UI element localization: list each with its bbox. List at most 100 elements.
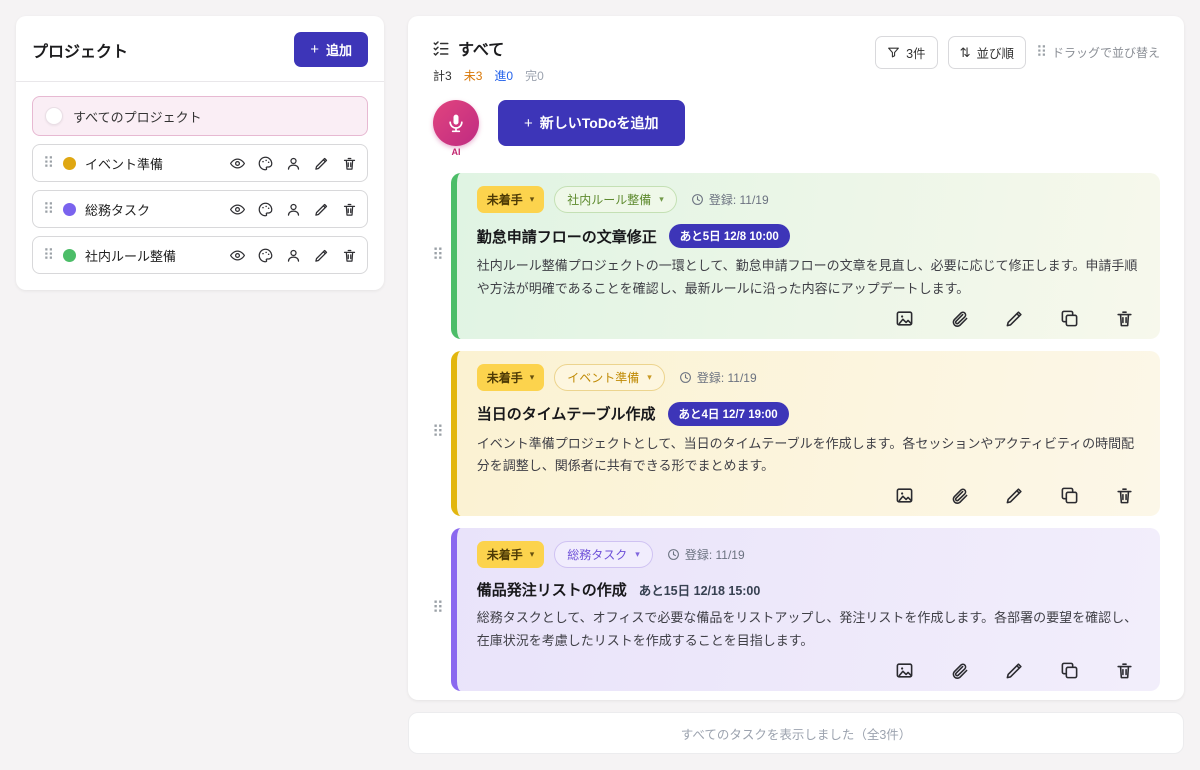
due-badge: あと5日 12/8 10:00 (669, 224, 790, 248)
project-row-actions (230, 248, 357, 263)
delete-icon[interactable] (342, 156, 357, 171)
count-done: 完0 (525, 67, 544, 84)
drag-handle-icon[interactable]: ⠿ (43, 202, 54, 217)
count-progress: 進0 (494, 67, 513, 84)
member-icon[interactable] (286, 202, 301, 217)
selected-indicator-icon (45, 107, 63, 125)
project-name: 総務タスク (85, 200, 150, 219)
project-row-event[interactable]: ⠿ イベント準備 (32, 144, 368, 182)
chevron-down-icon: ▾ (647, 372, 652, 383)
image-icon[interactable] (895, 309, 914, 328)
add-project-button[interactable]: + 追加 (294, 32, 368, 67)
edit-icon[interactable] (1005, 309, 1024, 328)
delete-icon[interactable] (1115, 309, 1134, 328)
registered-date: 登録: 11/19 (691, 191, 769, 208)
edit-icon[interactable] (314, 202, 329, 217)
member-icon[interactable] (286, 156, 301, 171)
palette-icon[interactable] (258, 202, 273, 217)
attachment-icon[interactable] (950, 661, 969, 680)
drag-handle-icon[interactable]: ⠿ (432, 601, 444, 617)
attachment-icon[interactable] (950, 309, 969, 328)
project-color-dot (63, 203, 76, 216)
divider (16, 81, 384, 82)
edit-icon[interactable] (1005, 661, 1024, 680)
image-icon[interactable] (895, 486, 914, 505)
duplicate-icon[interactable] (1060, 486, 1079, 505)
drag-handle-icon[interactable]: ⠿ (43, 156, 54, 171)
drag-handle-icon[interactable]: ⠿ (432, 425, 444, 441)
project-row-soumu[interactable]: ⠿ 総務タスク (32, 190, 368, 228)
project-row-actions (230, 202, 357, 217)
status-select[interactable]: 未着手▾ (477, 541, 545, 568)
tasks-panel: すべて 計3 未3 進0 完0 3件 ⇅ (408, 16, 1184, 700)
attachment-icon[interactable] (950, 486, 969, 505)
projects-header: プロジェクト + 追加 (32, 32, 368, 67)
project-name: イベント準備 (85, 154, 163, 173)
all-projects-label: すべてのプロジェクト (73, 107, 202, 126)
add-project-label: 追加 (326, 40, 352, 59)
header-controls: 3件 ⇅ 並び順 ⠿ ドラッグで並び替え (875, 36, 1160, 69)
drag-handle-icon[interactable]: ⠿ (432, 248, 444, 264)
duplicate-icon[interactable] (1060, 661, 1079, 680)
task-card: 未着手▾ 社内ルール整備▾ 登録: 11/19 勤怠申請フローの文章修正 (451, 173, 1160, 339)
task-description: 総務タスクとして、オフィスで必要な備品をリストアップし、発注リストを作成します。… (477, 607, 1140, 653)
add-todo-button[interactable]: + 新しいToDoを追加 (498, 100, 685, 146)
delete-icon[interactable] (1115, 486, 1134, 505)
project-row-rules[interactable]: ⠿ 社内ルール整備 (32, 236, 368, 274)
edit-icon[interactable] (1005, 486, 1024, 505)
microphone-icon (446, 113, 466, 133)
filter-button[interactable]: 3件 (875, 36, 937, 69)
chevron-down-icon: ▾ (530, 194, 535, 205)
edit-icon[interactable] (314, 248, 329, 263)
voice-input-button[interactable] (433, 100, 479, 146)
delete-icon[interactable] (342, 202, 357, 217)
projects-title: プロジェクト (32, 38, 128, 62)
list-footer: すべてのタスクを表示しました（全3件） (408, 712, 1184, 754)
action-row: AI + 新しいToDoを追加 (432, 100, 1160, 157)
chevron-down-icon: ▾ (530, 549, 535, 560)
delete-icon[interactable] (1115, 661, 1134, 680)
task-actions (477, 309, 1140, 328)
sort-button[interactable]: ⇅ 並び順 (948, 36, 1026, 69)
task-row: ⠿ 未着手▾ 社内ルール整備▾ 登録: 11/19 (432, 173, 1160, 339)
project-name: 社内ルール整備 (85, 246, 176, 265)
chevron-down-icon: ▾ (659, 194, 664, 205)
footer-message: すべてのタスクを表示しました（全3件） (681, 724, 912, 743)
task-title: 備品発注リストの作成 (477, 579, 627, 600)
palette-icon[interactable] (258, 248, 273, 263)
all-projects-item[interactable]: すべてのプロジェクト (32, 96, 368, 136)
project-select[interactable]: 総務タスク▾ (554, 541, 653, 568)
member-icon[interactable] (286, 248, 301, 263)
visibility-icon[interactable] (230, 202, 245, 217)
task-title: 当日のタイムテーブル作成 (477, 403, 656, 424)
status-select[interactable]: 未着手▾ (477, 186, 545, 213)
palette-icon[interactable] (258, 156, 273, 171)
plus-icon: + (524, 116, 533, 131)
project-select[interactable]: イベント準備▾ (554, 364, 665, 391)
chevron-down-icon: ▾ (635, 549, 640, 560)
status-select[interactable]: 未着手▾ (477, 364, 545, 391)
sort-icon: ⇅ (960, 46, 971, 59)
count-todo: 未3 (464, 67, 483, 84)
drag-handle-icon[interactable]: ⠿ (43, 248, 54, 263)
drag-hint: ⠿ ドラッグで並び替え (1036, 44, 1160, 61)
project-select[interactable]: 社内ルール整備▾ (554, 186, 677, 213)
task-actions (477, 661, 1140, 680)
visibility-icon[interactable] (230, 248, 245, 263)
visibility-icon[interactable] (230, 156, 245, 171)
due-badge: あと4日 12/7 19:00 (668, 402, 789, 426)
projects-panel: プロジェクト + 追加 すべてのプロジェクト ⠿ イベント準備 ⠿ (16, 16, 384, 290)
task-card: 未着手▾ 総務タスク▾ 登録: 11/19 備品発注リストの作成 (451, 528, 1160, 691)
project-color-dot (63, 249, 76, 262)
duplicate-icon[interactable] (1060, 309, 1079, 328)
delete-icon[interactable] (342, 248, 357, 263)
due-text: あと15日 12/18 15:00 (639, 580, 761, 599)
image-icon[interactable] (895, 661, 914, 680)
task-row: ⠿ 未着手▾ 総務タスク▾ 登録: 11/19 (432, 528, 1160, 691)
app: プロジェクト + 追加 すべてのプロジェクト ⠿ イベント準備 ⠿ (0, 0, 1200, 770)
task-description: イベント準備プロジェクトとして、当日のタイムテーブルを作成します。各セッションや… (477, 433, 1140, 479)
clock-icon (691, 193, 704, 206)
task-counts: 計3 未3 進0 完0 (433, 67, 544, 84)
clock-icon (667, 548, 680, 561)
edit-icon[interactable] (314, 156, 329, 171)
